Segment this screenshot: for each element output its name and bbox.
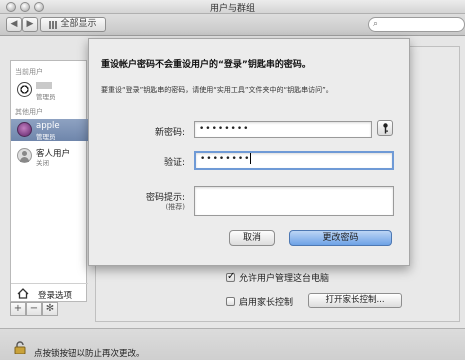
dialog-description: 要重设“登录”钥匙串的密码，请使用“实用工具”文件夹中的“钥匙串访问”。 bbox=[101, 86, 333, 94]
parental-controls-checkbox[interactable] bbox=[226, 297, 235, 306]
verify-password-field[interactable]: •••••••• bbox=[194, 151, 394, 170]
search-icon: ⌕ bbox=[373, 19, 379, 29]
current-user-header: 当前用户 bbox=[15, 68, 43, 76]
window-title: 用户与群组 bbox=[209, 4, 255, 14]
change-password-button[interactable]: 更改密码 bbox=[289, 230, 392, 246]
user-role: 管理员 bbox=[36, 133, 56, 141]
user-role: 管理员 bbox=[36, 93, 56, 101]
parental-controls-label: 启用家长控制 bbox=[239, 298, 294, 308]
apple-avatar-icon bbox=[17, 122, 32, 137]
reset-password-dialog: 重设帐户密码不会重设用户的“登录”钥匙串的密码。 要重设“登录”钥匙串的密码，请… bbox=[88, 38, 410, 266]
open-parental-controls-button[interactable]: 打开家长控制... bbox=[308, 293, 402, 308]
list-controls: + − ✻ bbox=[10, 302, 87, 316]
grid-icon bbox=[49, 20, 58, 29]
password-hint-field[interactable] bbox=[194, 186, 394, 216]
guest-avatar-icon bbox=[17, 148, 32, 163]
show-all-label: 全部显示 bbox=[60, 19, 97, 29]
gear-icon[interactable]: ✻ bbox=[42, 302, 58, 316]
add-user-button[interactable]: + bbox=[10, 302, 26, 316]
verify-label: 验证: bbox=[163, 158, 185, 168]
user-row-guest[interactable]: 客人用户 关闭 bbox=[11, 145, 88, 167]
user-name: apple bbox=[36, 121, 60, 131]
user-row-apple[interactable]: apple 管理员 bbox=[11, 119, 88, 141]
user-list: 当前用户 管理员 其他用户 apple 管理员 客人用户 关闭 登录选项 bbox=[10, 60, 88, 303]
title-bar: 用户与群组 bbox=[0, 0, 465, 14]
back-button[interactable]: ◀ bbox=[6, 17, 22, 32]
login-options-item[interactable]: 登录选项 bbox=[11, 283, 88, 303]
allow-admin-checkbox[interactable] bbox=[226, 271, 235, 282]
dialog-title: 重设帐户密码不会重设用户的“登录”钥匙串的密码。 bbox=[101, 60, 311, 70]
text-caret bbox=[250, 153, 252, 164]
password-hint-sublabel: (推荐) bbox=[165, 203, 185, 211]
show-all-button[interactable]: 全部显示 bbox=[40, 17, 106, 32]
status-bar: 点按锁按钮以防止再次更改。 bbox=[0, 328, 465, 360]
verify-password-value: •••••••• bbox=[200, 154, 251, 164]
forward-button[interactable]: ▶ bbox=[22, 17, 38, 32]
soccer-ball-avatar-icon bbox=[17, 82, 32, 97]
login-options-label: 登录选项 bbox=[38, 291, 73, 301]
new-password-field[interactable]: •••••••• bbox=[194, 121, 372, 138]
parental-controls-row[interactable]: 启用家长控制 bbox=[226, 295, 293, 308]
other-users-header: 其他用户 bbox=[15, 108, 43, 116]
house-icon bbox=[17, 288, 29, 299]
user-role: 关闭 bbox=[36, 159, 49, 167]
toolbar: ◀ ▶ 全部显示 ⌕ bbox=[0, 14, 465, 36]
remove-user-button[interactable]: − bbox=[26, 302, 42, 316]
search-input[interactable]: ⌕ bbox=[368, 17, 465, 32]
blurred-username bbox=[36, 82, 52, 89]
lock-hint-text: 点按锁按钮以防止再次更改。 bbox=[34, 349, 145, 359]
key-icon bbox=[383, 123, 388, 134]
cancel-button[interactable]: 取消 bbox=[229, 230, 275, 246]
allow-admin-label: 允许用户管理这台电脑 bbox=[239, 274, 330, 284]
user-row-current[interactable]: 管理员 bbox=[11, 79, 88, 101]
new-password-label: 新密码: bbox=[154, 128, 185, 138]
lock-icon[interactable] bbox=[14, 341, 26, 354]
password-assistant-button[interactable] bbox=[377, 120, 393, 136]
allow-admin-row[interactable]: 允许用户管理这台电脑 bbox=[226, 271, 329, 284]
